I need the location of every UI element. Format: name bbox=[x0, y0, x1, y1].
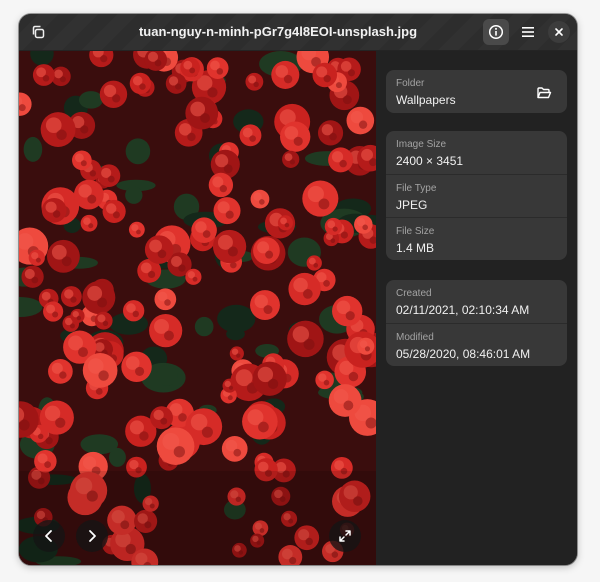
created-label: Created bbox=[396, 288, 432, 299]
file-type-value: JPEG bbox=[396, 198, 428, 212]
file-size-value: 1.4 MB bbox=[396, 241, 435, 255]
file-size-label: File Size bbox=[396, 226, 435, 237]
created-value: 02/11/2021, 02:10:34 AM bbox=[396, 303, 530, 317]
fullscreen-button[interactable] bbox=[329, 520, 361, 552]
modified-value: 05/28/2020, 08:46:01 AM bbox=[396, 347, 531, 361]
info-button[interactable] bbox=[483, 19, 509, 45]
image-size-value: 2400 × 3451 bbox=[396, 154, 464, 168]
window-title: tuan-nguy-n-minh-pGr7g4l8EOI-unsplash.jp… bbox=[138, 24, 418, 39]
close-button[interactable] bbox=[548, 21, 570, 43]
next-image-button[interactable] bbox=[76, 520, 108, 552]
modified-row: Modified 05/28/2020, 08:46:01 AM bbox=[386, 323, 567, 366]
dates-card: Created 02/11/2021, 02:10:34 AM Modified… bbox=[386, 280, 567, 366]
chevron-right-icon bbox=[89, 530, 96, 542]
open-folder-button[interactable] bbox=[531, 80, 557, 106]
chevron-left-icon bbox=[45, 530, 52, 542]
file-type-label: File Type bbox=[396, 183, 437, 194]
menu-button[interactable] bbox=[515, 19, 541, 45]
file-size-row: File Size 1.4 MB bbox=[386, 217, 567, 260]
image-size-label: Image Size bbox=[396, 139, 447, 150]
modified-label: Modified bbox=[396, 332, 434, 343]
folder-row: Folder Wallpapers bbox=[386, 70, 567, 113]
folder-card: Folder Wallpapers bbox=[386, 70, 567, 113]
image-size-row: Image Size 2400 × 3451 bbox=[386, 131, 567, 174]
info-icon bbox=[488, 24, 504, 40]
begonia-flower-photo bbox=[19, 51, 376, 565]
image-details-card: Image Size 2400 × 3451 File Type JPEG Fi… bbox=[386, 131, 567, 260]
copy-icon bbox=[32, 25, 45, 39]
properties-sidebar: Folder Wallpapers Image Size 2400 × 3451… bbox=[376, 51, 577, 565]
previous-image-button[interactable] bbox=[33, 520, 65, 552]
header-bar: tuan-nguy-n-minh-pGr7g4l8EOI-unsplash.jp… bbox=[19, 14, 577, 50]
fullscreen-icon bbox=[339, 530, 351, 542]
close-icon bbox=[555, 28, 563, 36]
file-type-row: File Type JPEG bbox=[386, 174, 567, 217]
copy-button[interactable] bbox=[25, 19, 51, 45]
menu-icon bbox=[522, 27, 534, 37]
folder-open-icon bbox=[537, 87, 552, 99]
photo-viewport[interactable] bbox=[19, 51, 376, 565]
image-viewer-window: tuan-nguy-n-minh-pGr7g4l8EOI-unsplash.jp… bbox=[19, 14, 577, 565]
created-row: Created 02/11/2021, 02:10:34 AM bbox=[386, 280, 567, 323]
